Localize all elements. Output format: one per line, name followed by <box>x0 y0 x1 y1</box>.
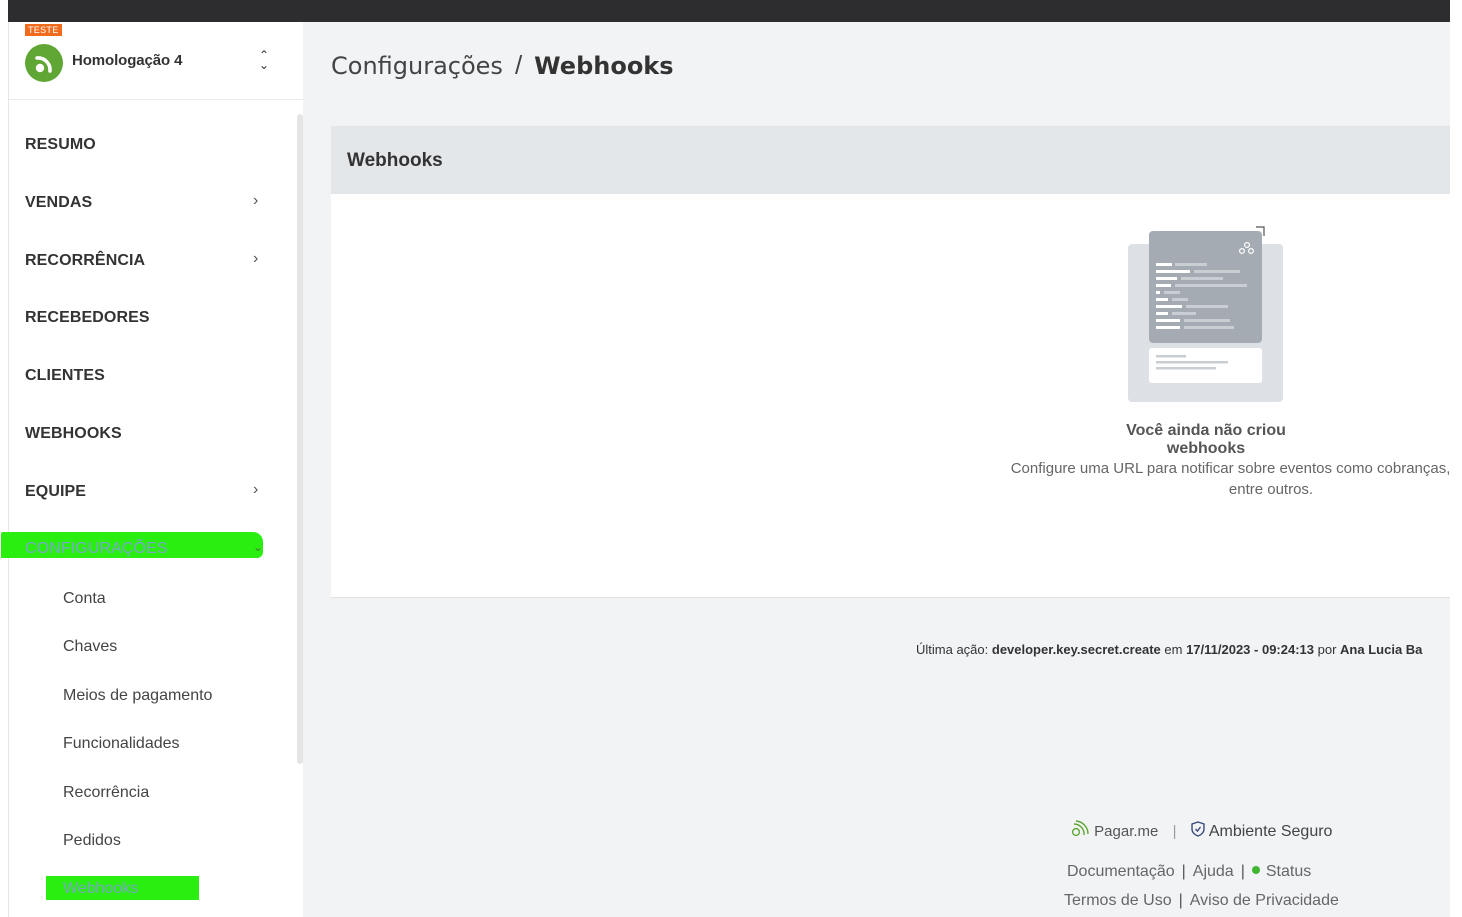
submenu-funcionalidades[interactable]: Funcionalidades <box>63 735 180 753</box>
card-header: Webhooks <box>331 126 1450 194</box>
menu-item-recorrencia[interactable]: RECORRÊNCIA › <box>9 240 297 280</box>
footer-legal-row: Termos de Uso | Aviso de Privacidade <box>1064 892 1339 910</box>
footer-separator: | <box>1178 892 1183 909</box>
menu-item-recebedores[interactable]: RECEBEDORES <box>9 297 297 337</box>
submenu-recorrencia[interactable]: Recorrência <box>63 784 149 802</box>
breadcrumb-parent[interactable]: Configurações <box>331 52 503 80</box>
footer-link-ajuda[interactable]: Ajuda <box>1193 863 1234 880</box>
status-dot-icon <box>1251 866 1260 874</box>
footer-brand-name[interactable]: Pagar.me <box>1094 823 1158 840</box>
chevron-right-icon: › <box>253 192 259 209</box>
empty-state-description-line-1: Configure uma URL para notificar sobre e… <box>1010 460 1462 477</box>
menu-item-label: EQUIPE <box>25 483 87 500</box>
menu-item-label: RESUMO <box>25 136 96 153</box>
chevron-up-down-icon[interactable]: ⌃ ⌄ <box>257 49 271 72</box>
pagarme-logo-icon <box>25 44 63 82</box>
sidebar: TESTE Homologação 4 ⌃ ⌄ RESUMO VENDAS › R… <box>1 22 304 917</box>
shield-icon <box>1190 821 1209 840</box>
menu-item-label: VENDAS <box>25 194 93 211</box>
last-action-name: developer.key.secret.create <box>991 642 1161 657</box>
webhooks-card: Webhooks Você ainda não criou webhooks C… <box>331 126 1462 598</box>
submenu-meios-de-pagamento[interactable]: Meios de pagamento <box>63 687 212 705</box>
footer-separator: | <box>1181 863 1186 880</box>
chevron-right-icon: › <box>253 481 259 498</box>
card-title: Webhooks <box>347 150 443 171</box>
footer-separator: | <box>1172 823 1177 840</box>
pagarme-logo-icon <box>1070 820 1094 840</box>
window-edge <box>1450 0 1462 917</box>
breadcrumb: Configurações / Webhooks <box>331 50 674 81</box>
empty-state-description-line-2: entre outros. <box>1228 481 1314 498</box>
submenu-chaves[interactable]: Chaves <box>63 638 117 656</box>
page-title: Webhooks <box>534 52 674 80</box>
footer-links-row: Documentação | Ajuda | Status <box>1067 863 1311 881</box>
submenu-conta[interactable]: Conta <box>63 590 106 608</box>
footer-link-privacidade[interactable]: Aviso de Privacidade <box>1190 892 1339 909</box>
chevron-right-icon: › <box>253 250 259 267</box>
footer-link-documentacao[interactable]: Documentação <box>1067 863 1175 880</box>
footer-link-status[interactable]: Status <box>1266 863 1311 880</box>
environment-badge: TESTE <box>25 24 62 36</box>
main-content: Configurações / Webhooks Webhooks Você a… <box>303 22 1462 917</box>
browser-top-bar <box>8 0 1450 22</box>
menu-item-resumo[interactable]: RESUMO <box>9 124 297 164</box>
menu-item-equipe[interactable]: EQUIPE › <box>9 471 297 511</box>
submenu-webhooks[interactable]: Webhooks <box>63 880 138 898</box>
footer-link-termos[interactable]: Termos de Uso <box>1064 892 1172 909</box>
chevron-down-icon: ⌄ <box>253 540 264 554</box>
menu-item-configuracoes[interactable]: CONFIGURAÇÕES ⌄ <box>9 528 297 568</box>
menu-item-label: CLIENTES <box>25 367 105 384</box>
account-name: Homologação 4 <box>72 52 183 69</box>
menu-item-webhooks[interactable]: WEBHOOKS <box>9 413 297 453</box>
footer-brand-row: Pagar.me | Ambiente Seguro <box>1070 820 1332 841</box>
submenu-pedidos[interactable]: Pedidos <box>63 832 121 850</box>
last-action-datetime: 17/11/2023 - 09:24:13 <box>1186 642 1314 657</box>
empty-state-illustration <box>1128 222 1288 409</box>
menu-item-clientes[interactable]: CLIENTES <box>9 355 297 395</box>
last-action-user: Ana Lucia Ba <box>1340 642 1423 657</box>
last-action-on: em <box>1164 642 1183 657</box>
footer-separator: | <box>1240 863 1245 880</box>
menu-item-label: RECEBEDORES <box>25 309 150 326</box>
menu-item-label: RECORRÊNCIA <box>25 252 146 269</box>
empty-state-title: Você ainda não criou webhooks <box>1126 422 1286 457</box>
last-action-info: Última ação: developer.key.secret.create… <box>916 642 1422 657</box>
empty-state-description: Configure uma URL para notificar sobre e… <box>889 458 1462 500</box>
breadcrumb-separator: / <box>514 50 523 80</box>
menu-item-label: CONFIGURAÇÕES <box>25 540 168 557</box>
menu-item-vendas[interactable]: VENDAS › <box>9 182 297 222</box>
last-action-prefix: Última ação: <box>916 642 989 657</box>
account-switcher[interactable]: TESTE Homologação 4 ⌃ ⌄ <box>9 22 304 100</box>
last-action-by: por <box>1317 642 1337 657</box>
footer-secure-label: Ambiente Seguro <box>1208 823 1333 840</box>
menu-item-label: WEBHOOKS <box>25 425 122 442</box>
